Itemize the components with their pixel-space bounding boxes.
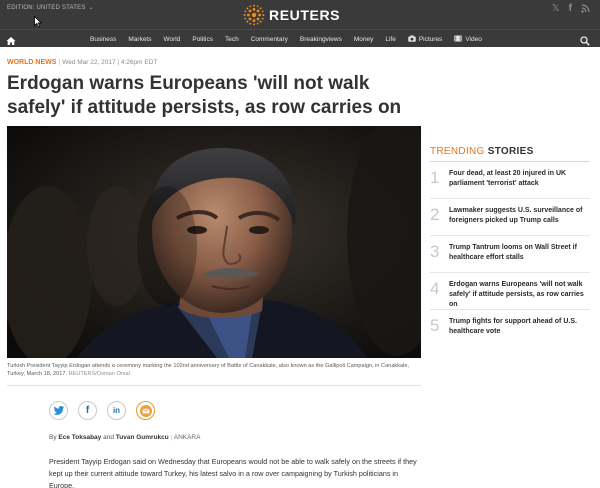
caption-divider: [7, 385, 421, 386]
trending-link[interactable]: Trump Tantrum looms on Wall Street if he…: [449, 243, 589, 263]
article-kicker: WORLD NEWS | Wed Mar 22, 2017 | 4:26pm EDT: [7, 59, 157, 66]
trending-heading-part1: TRENDING: [430, 146, 485, 157]
trending-rank: 1: [430, 168, 440, 187]
trending-link[interactable]: Four dead, at least 20 injured in UK par…: [449, 169, 589, 189]
trending-rank: 5: [430, 316, 440, 335]
trending-rank: 3: [430, 242, 440, 261]
trending-heading: TRENDING STORIES: [430, 146, 590, 162]
nav-label: Life: [385, 35, 396, 43]
nav-item-breakingviews[interactable]: Breakingviews: [300, 36, 342, 43]
nav-label: Video: [465, 35, 482, 43]
byline-prefix: By: [49, 434, 57, 441]
nav-item-tech[interactable]: Tech: [225, 36, 239, 43]
main-nav: Business Markets World Politics Tech Com…: [0, 29, 600, 47]
nav-label: Tech: [224, 35, 239, 43]
edition-label: EDITION: UNITED STATES: [7, 5, 86, 11]
reuters-logo[interactable]: REUTERS: [243, 4, 340, 26]
author-link[interactable]: Tuvan Gumrukcu: [116, 434, 169, 441]
nav-item-markets[interactable]: Markets: [128, 36, 151, 43]
video-icon: [454, 35, 463, 44]
social-links: 𝕏 f: [552, 4, 590, 16]
byline-and: and: [103, 434, 114, 441]
dateline-location: ANKARA: [173, 434, 201, 441]
trending-link[interactable]: Erdogan warns Europeans 'will not walk s…: [449, 280, 589, 310]
facebook-icon[interactable]: f: [569, 4, 572, 16]
nav-label: Business: [90, 35, 117, 43]
kicker-divider: |: [58, 59, 61, 66]
trending-rank: 4: [430, 279, 440, 298]
trending-link[interactable]: Lawmaker suggests U.S. surveillance of f…: [449, 206, 589, 226]
rss-icon[interactable]: [581, 4, 590, 16]
nav-item-business[interactable]: Business: [90, 36, 116, 43]
trending-item[interactable]: 3 Trump Tantrum looms on Wall Street if …: [430, 236, 590, 273]
nav-label: World: [163, 35, 181, 43]
author-link[interactable]: Ece Toksabay: [58, 434, 101, 441]
trending-item[interactable]: 1 Four dead, at least 20 injured in UK p…: [430, 162, 590, 199]
trending-item[interactable]: 2 Lawmaker suggests U.S. surveillance of…: [430, 199, 590, 236]
article-hero-image[interactable]: [7, 126, 421, 358]
nav-item-politics[interactable]: Politics: [192, 36, 213, 43]
trending-item[interactable]: 4 Erdogan warns Europeans 'will not walk…: [430, 273, 590, 310]
caption-text: Turkish President Tayyip Erdogan attends…: [7, 363, 410, 377]
share-buttons: f in: [49, 401, 155, 420]
mouse-cursor-icon: [34, 15, 43, 33]
trending-stories: TRENDING STORIES 1 Four dead, at least 2…: [430, 146, 590, 347]
search-icon[interactable]: [580, 33, 590, 51]
nav-item-commentary[interactable]: Commentary: [251, 36, 288, 43]
nav-label: Politics: [192, 35, 213, 43]
chevron-down-icon: ⌄: [88, 5, 94, 11]
reuters-logo-icon: [243, 4, 265, 26]
edition-selector[interactable]: EDITION: UNITED STATES ⌄: [7, 4, 94, 11]
trending-item[interactable]: 5 Trump fights for support ahead of U.S.…: [430, 310, 590, 347]
article-headline: Erdogan warns Europeans 'will not walk s…: [7, 73, 402, 118]
trending-link[interactable]: Trump fights for support ahead of U.S. h…: [449, 317, 589, 337]
nav-label: Pictures: [418, 35, 443, 43]
nav-label: Breakingviews: [299, 35, 342, 43]
article-date: Wed Mar 22, 2017 | 4:26pm EDT: [62, 59, 158, 66]
logo-text: REUTERS: [269, 7, 341, 23]
erdogan-portrait-image: [7, 126, 421, 358]
caption-credit: REUTERS/Osman Orsal: [68, 371, 130, 377]
share-email-icon[interactable]: [136, 401, 155, 420]
nav-label: Money: [353, 35, 374, 43]
nav-label: Markets: [128, 35, 152, 43]
twitter-icon[interactable]: 𝕏: [552, 4, 560, 16]
image-caption: Turkish President Tayyip Erdogan attends…: [7, 362, 417, 378]
nav-item-video[interactable]: Video: [454, 35, 482, 44]
top-bar: EDITION: UNITED STATES ⌄ REUTERS 𝕏 f: [0, 0, 600, 29]
article-body-paragraph: President Tayyip Erdogan said on Wednesd…: [49, 457, 417, 488]
nav-items: Business Markets World Politics Tech Com…: [90, 30, 494, 48]
nav-item-money[interactable]: Money: [354, 36, 374, 43]
share-linkedin-icon[interactable]: in: [107, 401, 126, 420]
share-twitter-icon[interactable]: [49, 401, 68, 420]
nav-item-world[interactable]: World: [164, 36, 181, 43]
nav-label: Commentary: [250, 35, 288, 43]
camera-icon: [408, 34, 416, 44]
trending-rank: 2: [430, 205, 440, 224]
byline-divider: |: [170, 434, 173, 441]
share-facebook-icon[interactable]: f: [78, 401, 97, 420]
nav-item-life[interactable]: Life: [385, 36, 395, 43]
nav-item-pictures[interactable]: Pictures: [408, 34, 443, 44]
byline: By Ece Toksabay and Tuvan Gumrukcu | ANK…: [49, 434, 200, 441]
home-icon[interactable]: [6, 33, 16, 51]
section-link[interactable]: WORLD NEWS: [7, 59, 56, 66]
trending-heading-part2: STORIES: [487, 146, 534, 157]
